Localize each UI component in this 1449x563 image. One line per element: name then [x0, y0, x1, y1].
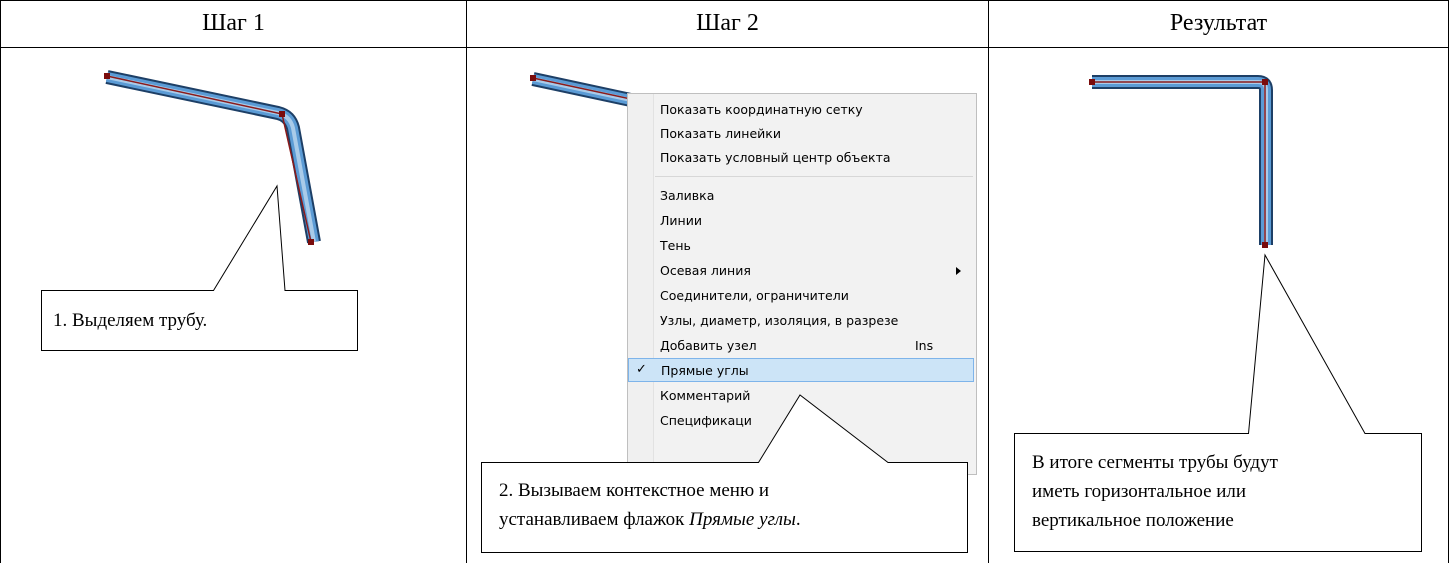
callout-step2-text: 2. Вызываем контекстное меню и устанавли… — [499, 476, 801, 534]
callout-result-line2: иметь горизонтальное или — [1032, 481, 1247, 502]
callout-result-line1: В итоге сегменты трубы будут — [1032, 452, 1278, 473]
callout-step2-line1: 2. Вызываем контекстное меню и — [499, 480, 770, 501]
callout-step2-line2: устанавливаем флажок Прямые углы. — [499, 509, 801, 530]
callout-result-line3: вертикальное положение — [1032, 510, 1234, 531]
callout-step2-italic: Прямые углы — [689, 509, 796, 530]
callout-result-text: В итоге сегменты трубы будут иметь гориз… — [1032, 448, 1278, 535]
